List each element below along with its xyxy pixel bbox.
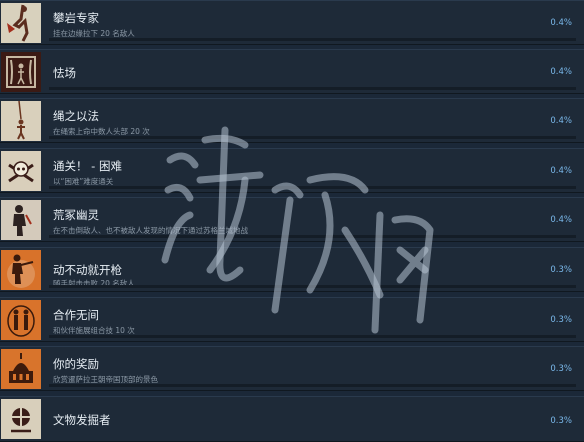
- achievement-title: 动不动就开枪: [53, 263, 122, 277]
- achievement-row[interactable]: 合作无间 和伙伴施展组合技 10 次 0.3%: [0, 297, 584, 342]
- achievement-row[interactable]: 怯场 0.4%: [0, 49, 584, 94]
- achievement-percent: 0.4%: [550, 215, 572, 225]
- achievement-percent: 0.4%: [550, 166, 572, 176]
- achievement-title: 通关！ - 困难: [53, 159, 122, 173]
- skull-icon: [1, 151, 41, 191]
- achievement-percent: 0.3%: [550, 265, 572, 275]
- progress-bar: [49, 186, 576, 189]
- achievement-percent: 0.4%: [550, 67, 572, 77]
- achievement-title: 怯场: [53, 66, 76, 80]
- achievement-percent: 0.3%: [550, 315, 572, 325]
- achievement-row[interactable]: 动不动就开枪 随手射击击败 20 名敌人 0.3%: [0, 247, 584, 292]
- shooter-icon: [1, 250, 41, 290]
- achievement-row[interactable]: 荒冢幽灵 在不击倒敌人、也不被敌人发现的情况下通过苏格兰城地战 0.4%: [0, 197, 584, 242]
- achievement-title: 荒冢幽灵: [53, 208, 99, 222]
- progress-bar: [49, 235, 576, 238]
- achievement-percent: 0.4%: [550, 18, 572, 28]
- achievement-title: 绳之以法: [53, 109, 99, 123]
- achievement-percent: 0.4%: [550, 116, 572, 126]
- progress-bar: [49, 136, 576, 139]
- progress-bar: [49, 285, 576, 288]
- progress-bar: [49, 335, 576, 338]
- achievement-row[interactable]: 你的奖励 欣赏暹萨拉王朝帝国顶部的景色 0.3%: [0, 346, 584, 391]
- teamwork-icon: [1, 300, 41, 340]
- achievement-percent: 0.3%: [550, 416, 572, 426]
- achievement-title: 合作无间: [53, 308, 99, 322]
- rope-icon: [1, 101, 41, 141]
- progress-bar: [49, 87, 576, 90]
- achievement-row[interactable]: 文物发掘者 0.3%: [0, 396, 584, 442]
- stage-fright-icon: [1, 52, 41, 92]
- palace-icon: [1, 349, 41, 389]
- achievement-title: 你的奖励: [53, 357, 99, 371]
- achievement-title: 攀岩专家: [53, 11, 99, 25]
- progress-bar: [49, 384, 576, 387]
- achievement-row[interactable]: 通关！ - 困难 以“困难”难度通关 0.4%: [0, 148, 584, 193]
- ghost-soldier-icon: [1, 200, 41, 240]
- achievement-row[interactable]: 攀岩专家 挂在边缘拉下 20 名敌人 0.4%: [0, 0, 584, 45]
- progress-bar: [49, 38, 576, 41]
- achievement-percent: 0.3%: [550, 364, 572, 374]
- achievement-title: 文物发掘者: [53, 413, 111, 427]
- climber-icon: [1, 3, 41, 43]
- achievement-row[interactable]: 绳之以法 在绳索上命中数人头部 20 次 0.4%: [0, 98, 584, 143]
- relic-icon: [1, 399, 41, 439]
